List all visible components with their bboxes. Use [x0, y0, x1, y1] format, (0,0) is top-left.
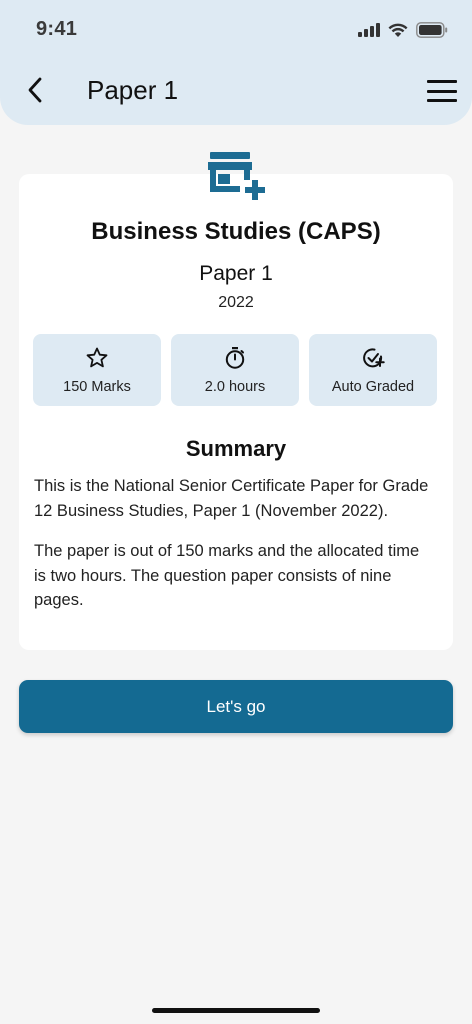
add-business-icon	[208, 152, 265, 200]
summary-paragraph: The paper is out of 150 marks and the al…	[34, 542, 420, 609]
menu-button[interactable]	[426, 76, 458, 106]
app-bar: Paper 1	[0, 62, 472, 118]
stats-row: 150 Marks 2.0 hours Auto Graded	[33, 334, 438, 406]
menu-line	[427, 80, 457, 83]
page-title: Paper 1	[87, 75, 179, 105]
stat-grading: Auto Graded	[309, 334, 437, 406]
header: 9:41 Paper 1	[0, 0, 472, 125]
status-icons	[358, 20, 448, 40]
paper-name: Paper 1	[199, 262, 273, 285]
star-icon	[86, 347, 108, 368]
stat-marks: 150 Marks	[33, 334, 161, 406]
subject-title: Business Studies (CAPS)	[91, 218, 381, 245]
menu-line	[427, 89, 457, 93]
status-bar: 9:41	[0, 0, 472, 58]
wifi-icon	[388, 23, 408, 37]
status-time: 9:41	[36, 18, 78, 40]
battery-icon	[416, 22, 448, 38]
summary-paragraph: This is the National Senior Certificate …	[34, 477, 429, 520]
summary-heading: Summary	[185, 436, 287, 461]
menu-line	[427, 99, 457, 102]
exam-card: Business Studies (CAPS) Paper 1 2022 150…	[19, 152, 453, 650]
stat-duration: 2.0 hours	[171, 334, 299, 406]
back-button[interactable]	[20, 74, 50, 106]
check-circle-plus-icon	[363, 348, 385, 368]
summary-body: This is the National Senior Certificate …	[34, 474, 434, 629]
home-indicator	[152, 1008, 320, 1013]
timer-icon	[225, 347, 245, 369]
signal-icon	[358, 23, 380, 37]
stat-label: Auto Graded	[331, 379, 415, 395]
chevron-left-icon	[28, 77, 42, 103]
lets-go-button[interactable]: Let's go	[19, 680, 453, 733]
stat-label: 2.0 hours	[204, 379, 266, 395]
paper-year: 2022	[218, 294, 254, 311]
stat-label: 150 Marks	[63, 379, 131, 395]
